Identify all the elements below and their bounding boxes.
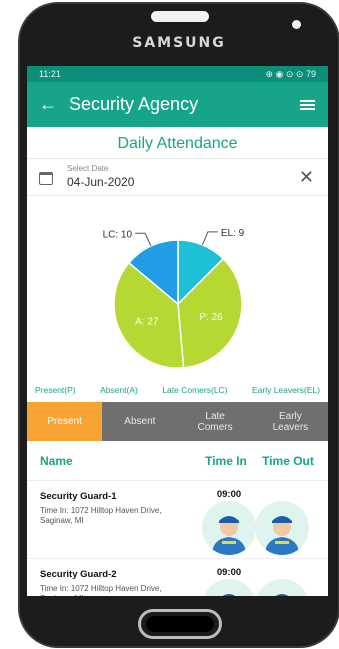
list-item[interactable]: Security Guard-2 Time In: 1072 Hilltop H… xyxy=(27,559,328,596)
pie-slice-label: P: 26 xyxy=(199,312,223,323)
pie-slice-label: LC: 10 xyxy=(103,229,133,240)
attendance-tabs: Present Absent Late Comers Early Leavers xyxy=(27,402,328,441)
guard-avatar-icon xyxy=(255,579,309,596)
app-title: Security Agency xyxy=(69,94,199,114)
device-brand: SAMSUNG xyxy=(132,35,226,51)
app-screen: 11:21 ⊕ ◉ ⊙ ⊙ 79 ← Security Agency Daily… xyxy=(27,66,328,596)
header-time-in: Time In xyxy=(205,453,247,468)
header-name: Name xyxy=(40,453,73,468)
speaker-grille xyxy=(151,11,209,22)
guard-time-in: 09:00 xyxy=(216,489,242,500)
guard-address: Time In: 1072 Hilltop Haven Drive, Sagin… xyxy=(40,506,162,525)
list-header: Name Time In Time Out xyxy=(27,441,328,481)
legend-present: Present(P) xyxy=(35,385,76,395)
legend-late-comers: Late Comers(LC) xyxy=(162,385,228,395)
legend-early-leavers: Early Leavers(EL) xyxy=(251,385,320,395)
home-button[interactable] xyxy=(138,609,222,639)
tab-late-comers[interactable]: Late Comers xyxy=(177,402,253,441)
calendar-icon[interactable] xyxy=(39,172,53,185)
date-value[interactable]: 04-Jun-2020 xyxy=(67,175,328,189)
legend-absent: Absent(A) xyxy=(100,385,138,395)
back-arrow-icon[interactable]: ← xyxy=(39,94,61,115)
guard-address: Time In: 1072 Hilltop Haven Drive, Sagin… xyxy=(40,584,162,596)
date-label: Select Date xyxy=(67,164,109,173)
pie-chart-svg: EL: 9 P: 26 A: 27 LC: 10 xyxy=(103,228,245,369)
hamburger-menu-icon[interactable] xyxy=(300,100,315,110)
pie-leader-line xyxy=(202,231,218,246)
tab-early-leavers[interactable]: Early Leavers xyxy=(252,402,328,441)
guard-avatar-icon xyxy=(255,501,309,555)
status-bar: 11:21 ⊕ ◉ ⊙ ⊙ 79 xyxy=(27,66,328,82)
tab-absent[interactable]: Absent xyxy=(102,402,178,441)
status-time: 11:21 xyxy=(39,69,61,79)
tab-early-leavers-label: Early Leavers xyxy=(272,410,309,433)
guard-avatar-icon xyxy=(202,579,256,596)
pie-slice-label: EL: 9 xyxy=(221,228,245,239)
attendance-pie-chart: EL: 9 P: 26 A: 27 LC: 10 xyxy=(27,196,328,381)
app-bar: ← Security Agency xyxy=(27,82,328,127)
pie-slice-label: A: 27 xyxy=(135,316,159,327)
close-icon[interactable]: ✕ xyxy=(299,167,314,188)
chart-legend: Present(P) Absent(A) Late Comers(LC) Ear… xyxy=(27,381,328,399)
date-picker[interactable]: Select Date 04-Jun-2020 ✕ xyxy=(27,158,328,196)
list-item[interactable]: Security Guard-1 Time In: 1072 Hilltop H… xyxy=(27,481,328,559)
tab-present[interactable]: Present xyxy=(27,402,103,441)
pie-leader-line xyxy=(135,232,152,247)
status-icons: ⊕ ◉ ⊙ ⊙ 79 xyxy=(265,68,317,79)
front-camera xyxy=(292,20,301,29)
tab-late-comers-label: Late Comers xyxy=(197,410,233,433)
page-title: Daily Attendance xyxy=(117,135,238,152)
guard-time-in: 09:00 xyxy=(216,567,242,578)
header-time-out: Time Out xyxy=(262,453,314,468)
guard-avatar-icon xyxy=(202,501,256,555)
